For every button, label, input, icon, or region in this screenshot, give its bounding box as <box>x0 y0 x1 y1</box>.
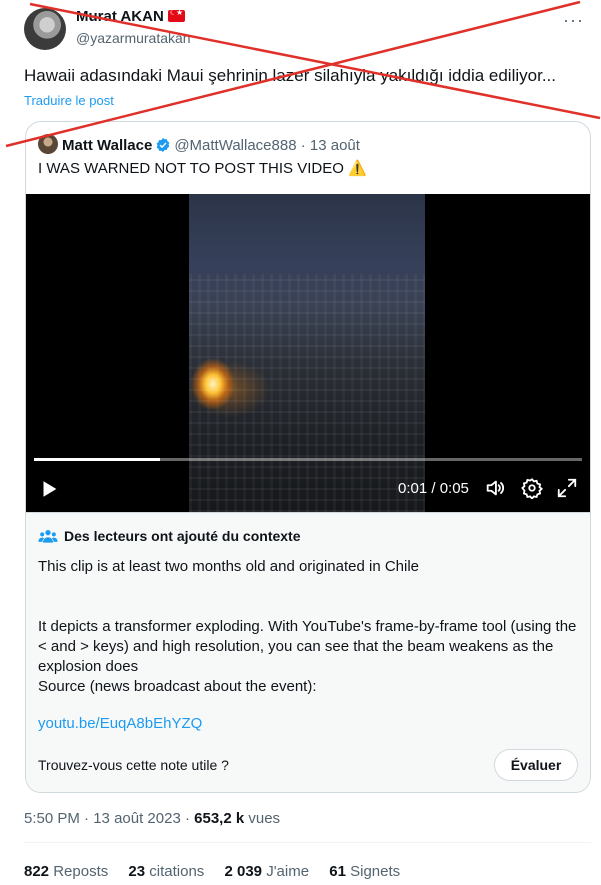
bookmarks-stat[interactable]: 61 Signets <box>329 863 400 880</box>
note-source-link[interactable]: youtu.be/EuqA8bEhYZQ <box>38 715 202 732</box>
post-date[interactable]: 13 août 2023 <box>93 810 181 827</box>
more-options-icon[interactable]: ··· <box>563 10 584 31</box>
note-paragraph-1: This clip is at least two months old and… <box>38 558 420 575</box>
meta-separator: · <box>79 810 94 827</box>
reposts-label: Reposts <box>53 863 109 880</box>
rate-note-button[interactable]: Évaluer <box>494 749 578 781</box>
quotes-count: 23 <box>128 863 146 880</box>
author-handle[interactable]: @yazarmuratakan <box>76 30 191 46</box>
play-icon[interactable] <box>38 478 60 500</box>
settings-icon[interactable] <box>521 477 543 499</box>
engagement-stats: 822 Reposts 23 citations 2 039 J'aime 61… <box>24 863 416 880</box>
video-progress-bar[interactable] <box>34 458 582 461</box>
bookmarks-count: 61 <box>329 863 346 880</box>
likes-stat[interactable]: 2 039 J'aime <box>224 863 309 880</box>
note-helpful-question: Trouvez-vous cette note utile ? <box>38 757 229 773</box>
views-count: 653,2 k <box>194 810 245 827</box>
community-note: Des lecteurs ont ajouté du contexte This… <box>26 512 590 792</box>
translate-link[interactable]: Traduire le post <box>24 93 114 108</box>
dot-separator: · <box>296 137 310 154</box>
quoted-post-date[interactable]: 13 août <box>310 137 360 154</box>
quotes-stat[interactable]: 23 citations <box>128 863 204 880</box>
author-avatar[interactable] <box>24 8 66 50</box>
note-paragraph-2: It depicts a transformer exploding. With… <box>38 618 577 675</box>
video-player[interactable]: 0:01 / 0:05 <box>26 194 590 512</box>
fullscreen-icon[interactable] <box>556 477 578 499</box>
video-time: 0:01 / 0:05 <box>398 480 469 497</box>
divider <box>24 842 591 843</box>
post-meta: 5:50 PM · 13 août 2023 · 653,2 k vues <box>24 810 280 827</box>
people-icon <box>38 530 58 543</box>
quoted-author-avatar[interactable] <box>38 134 58 154</box>
post-text: Hawaii adasındaki Maui şehrinin lazer si… <box>24 66 556 85</box>
quoted-post[interactable]: Matt Wallace @MattWallace888 · 13 août I … <box>25 121 591 793</box>
quoted-author-handle[interactable]: @MattWallace888 <box>174 137 296 154</box>
verified-badge-icon <box>157 138 170 152</box>
community-note-title-text: Des lecteurs ont ajouté du contexte <box>64 528 301 544</box>
reposts-count: 822 <box>24 863 50 880</box>
quoted-author-name[interactable]: Matt Wallace <box>62 137 152 154</box>
quoted-post-header: Matt Wallace @MattWallace888 · 13 août <box>38 134 360 154</box>
video-frame <box>189 194 425 512</box>
views-label: vues <box>248 810 281 827</box>
community-note-title: Des lecteurs ont ajouté du contexte <box>38 527 301 545</box>
reposts-stat[interactable]: 822 Reposts <box>24 863 108 880</box>
post-time[interactable]: 5:50 PM <box>24 810 80 827</box>
post-header: Murat AKAN @yazarmuratakan ··· <box>24 4 584 50</box>
quoted-post-text: I WAS WARNED NOT TO POST THIS VIDEO ⚠️ <box>38 160 367 177</box>
turkey-flag-icon <box>167 8 185 22</box>
note-paragraph-3: Source (news broadcast about the event): <box>38 678 317 695</box>
author-name-row[interactable]: Murat AKAN <box>76 8 185 25</box>
author-name[interactable]: Murat AKAN <box>76 8 164 25</box>
volume-icon[interactable] <box>484 477 506 499</box>
meta-separator-2: · <box>180 810 195 827</box>
likes-label: J'aime <box>266 863 310 880</box>
likes-count: 2 039 <box>224 863 263 880</box>
quotes-label: citations <box>149 863 205 880</box>
bookmarks-label: Signets <box>350 863 401 880</box>
video-progress-fill <box>34 458 161 461</box>
